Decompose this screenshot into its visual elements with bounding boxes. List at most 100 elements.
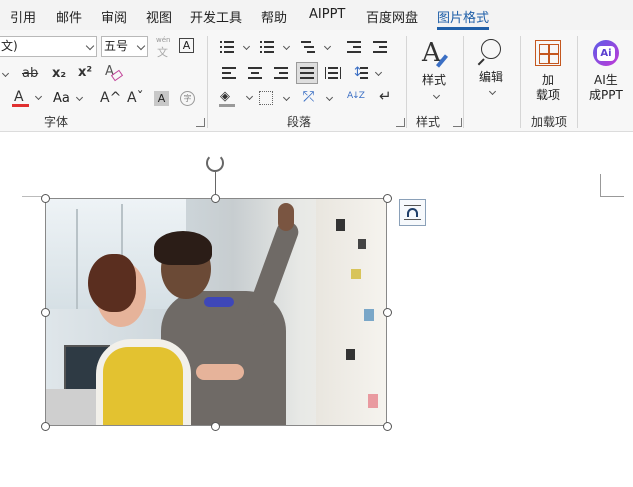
tab-references[interactable]: 引用 [10, 7, 36, 26]
character-border-button[interactable]: A [179, 38, 194, 53]
shading-button[interactable]: ◈ [219, 89, 255, 109]
superscript-icon[interactable]: x² [78, 66, 92, 79]
styles-group-label: 样式 [416, 115, 441, 129]
layout-options-icon [407, 208, 418, 217]
tab-help[interactable]: 帮助 [261, 7, 287, 26]
chevron-down-icon [432, 91, 441, 100]
align-center-icon[interactable] [248, 67, 262, 79]
tab-review[interactable]: 审阅 [101, 7, 127, 26]
distributed-icon[interactable] [325, 67, 341, 79]
font-color-swatch [12, 104, 29, 107]
resize-handle-bottom-right[interactable] [383, 422, 392, 431]
group-divider [207, 36, 208, 128]
phonetic-top-text: wén [156, 36, 171, 44]
bullet-list-icon [220, 41, 234, 53]
ribbon-tab-bar: 引用 邮件 审阅 视图 开发工具 帮助 AIPPT 百度网盘 图片格式 [0, 0, 633, 30]
tab-picture-format[interactable]: 图片格式 [437, 7, 489, 26]
tab-aippt[interactable]: AIPPT [309, 7, 345, 22]
chevron-down-icon [245, 92, 254, 101]
tab-baidu-netdisk[interactable]: 百度网盘 [366, 7, 418, 26]
phonetic-guide-button[interactable]: wén 文 [155, 36, 171, 59]
sticky-note [346, 349, 355, 360]
change-case-icon: Aa [53, 91, 70, 106]
sort-icon[interactable]: A↓Z [347, 91, 365, 101]
chevron-down-icon [488, 87, 497, 96]
strikethrough-icon[interactable]: ab [22, 67, 38, 80]
font-name-combo[interactable]: 文) [0, 36, 97, 57]
ai-generate-ppt-label: AI生 成PPT [589, 73, 623, 102]
rotate-handle-icon[interactable] [206, 154, 224, 172]
align-left-icon[interactable] [222, 67, 236, 79]
shrink-font-icon[interactable]: Aˇ [127, 91, 144, 105]
resize-handle-left[interactable] [41, 308, 50, 317]
group-divider [520, 36, 521, 128]
styles-dialog-launcher-icon[interactable] [453, 118, 462, 127]
decrease-indent-icon[interactable] [347, 41, 361, 53]
font-name-value: 文) [1, 39, 18, 53]
ai-generate-ppt-button[interactable]: Ai AI生 成PPT [584, 36, 630, 106]
chevron-down-icon [75, 93, 84, 102]
addins-button-label: 加 载项 [536, 73, 561, 102]
group-divider [406, 36, 407, 128]
font-color-button[interactable]: A [12, 89, 43, 109]
font-group-label: 字体 [44, 115, 69, 129]
chevron-down-icon [242, 42, 251, 51]
resize-handle-bottom-left[interactable] [41, 422, 50, 431]
font-size-combo[interactable]: 五号 [101, 36, 148, 57]
clear-formatting-button[interactable]: A [104, 64, 124, 82]
align-right-icon[interactable] [274, 67, 288, 79]
sticky-note [351, 269, 361, 279]
chevron-down-icon [325, 93, 334, 102]
paragraph-dialog-launcher-icon[interactable] [396, 118, 405, 127]
sticky-note [336, 219, 345, 231]
window-frame [76, 209, 78, 309]
search-icon [481, 39, 501, 59]
change-case-button[interactable]: Aa [53, 89, 85, 109]
justify-button[interactable] [296, 62, 318, 84]
sticky-note [364, 309, 374, 321]
resize-handle-right[interactable] [383, 308, 392, 317]
chevron-down-icon [34, 92, 43, 101]
woman-hand [196, 364, 244, 380]
man-hand [278, 203, 294, 231]
selected-picture[interactable] [45, 198, 387, 426]
bullets-button[interactable] [220, 40, 252, 56]
chevron-down-icon [85, 41, 95, 51]
man-hair [154, 231, 212, 265]
editing-button[interactable]: 编辑 [472, 36, 512, 104]
resize-handle-bottom[interactable] [211, 422, 220, 431]
line-spacing-button[interactable]: ↕ [352, 64, 384, 82]
enclose-characters-icon: 字 [183, 94, 192, 103]
chevron-down-icon [323, 42, 332, 51]
layout-options-button[interactable] [399, 199, 426, 226]
rotate-handle-stem [215, 172, 216, 194]
tab-developer[interactable]: 开发工具 [190, 7, 242, 26]
borders-button[interactable] [259, 90, 293, 108]
shading-color-swatch [219, 104, 235, 107]
grow-font-icon[interactable]: A^ [100, 91, 121, 105]
increase-indent-icon[interactable] [373, 41, 387, 53]
multilevel-list-button[interactable] [301, 40, 333, 56]
subscript-icon[interactable]: x₂ [52, 67, 66, 80]
addins-group-label: 加载项 [531, 115, 568, 129]
character-shading-button[interactable]: A [154, 91, 169, 106]
resize-handle-top-right[interactable] [383, 194, 392, 203]
addins-button[interactable]: 加 载项 [528, 36, 570, 106]
asian-layout-button[interactable]: ⤱ [303, 89, 337, 109]
line-spacing-lines-icon [360, 67, 368, 79]
resize-handle-top-left[interactable] [41, 194, 50, 203]
tab-mailings[interactable]: 邮件 [56, 7, 82, 26]
enclose-characters-button[interactable]: 字 [180, 91, 195, 106]
layout-line-icon [404, 205, 421, 206]
styles-button[interactable]: A 样式 [414, 36, 458, 104]
resize-handle-top[interactable] [211, 194, 220, 203]
borders-icon [259, 91, 273, 105]
margin-mark-right-h [600, 196, 624, 197]
font-dialog-launcher-icon[interactable] [196, 118, 205, 127]
show-formatting-marks-icon[interactable]: ↵ [379, 89, 392, 104]
paragraph-group-label: 段落 [287, 115, 312, 129]
tab-view[interactable]: 视图 [146, 7, 172, 26]
numbering-button[interactable] [260, 40, 292, 56]
sticky-note [368, 394, 378, 408]
chevron-down-icon [282, 42, 291, 51]
